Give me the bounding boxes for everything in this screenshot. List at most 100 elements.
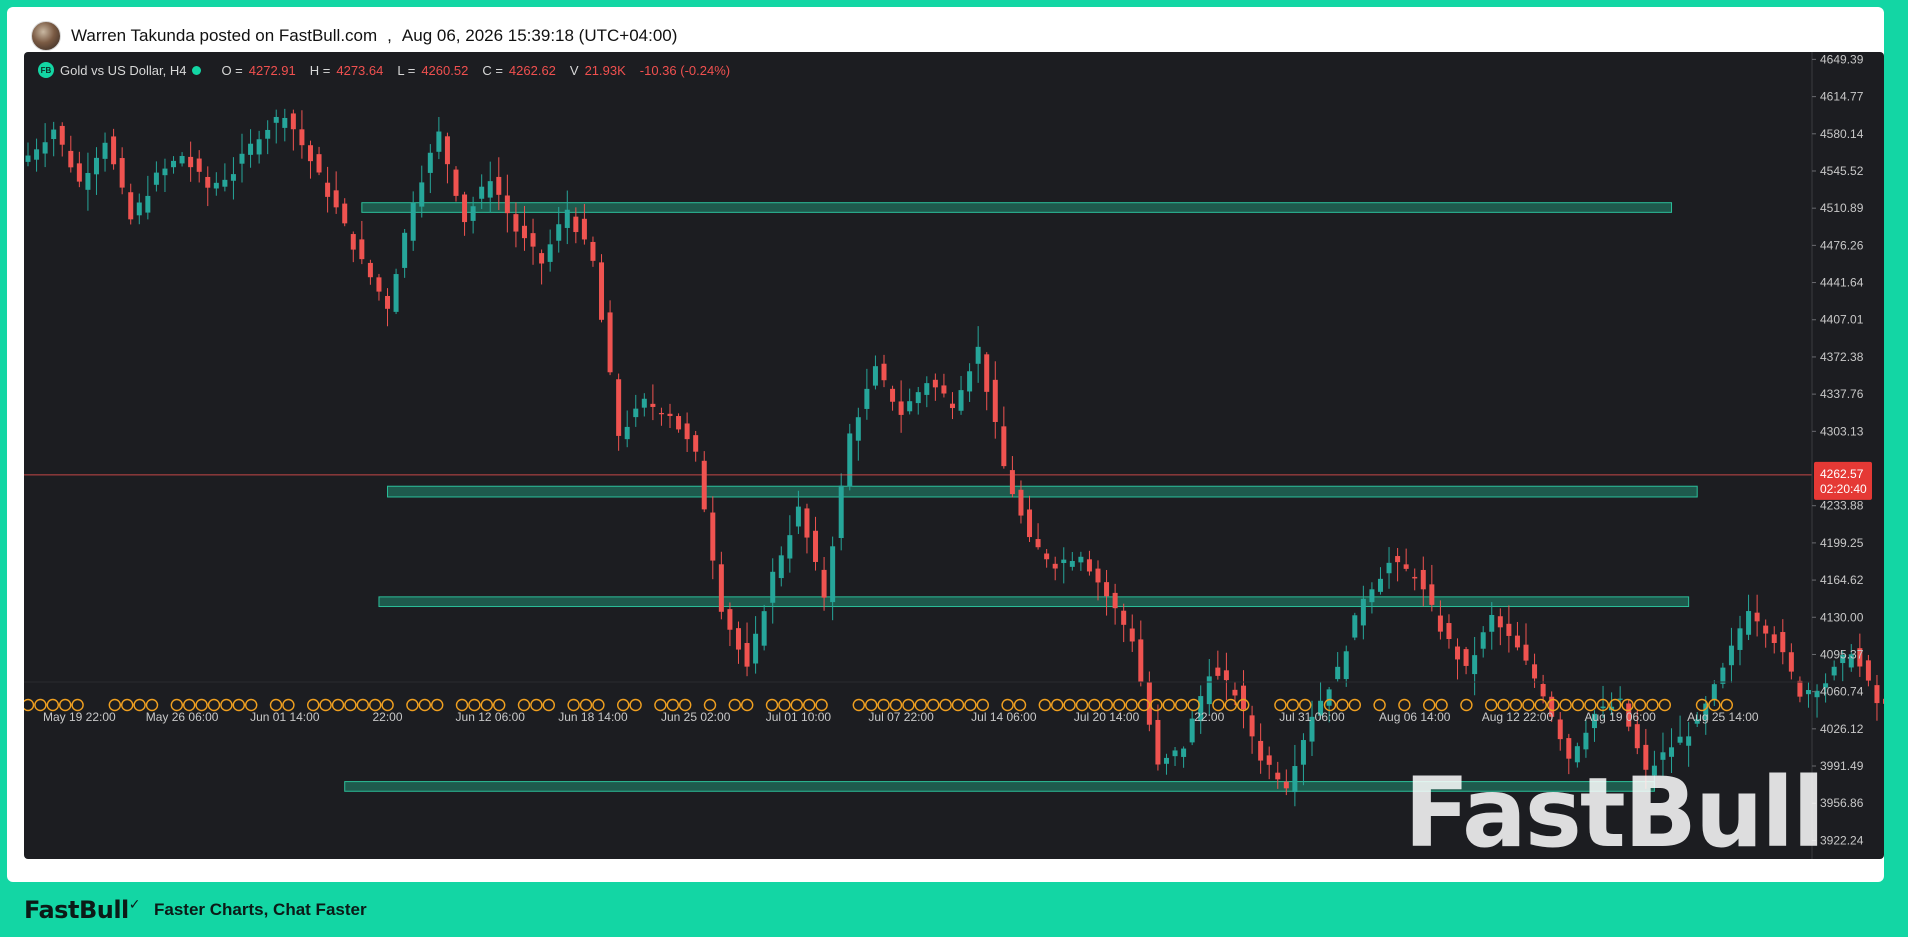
candle-body [1506,623,1512,636]
event-marker-icon [1212,698,1225,712]
price-tag-value: 4262.57 [1820,467,1864,481]
candle-body [975,346,981,364]
candle-body [813,530,819,562]
candle-body [932,379,938,388]
candle-body [1728,645,1734,666]
time-tick-label: Jul 01 10:00 [766,710,832,724]
candle-body [1437,615,1443,632]
event-marker-icon [1373,698,1386,712]
candle-body [804,508,810,538]
candle-body [1540,684,1546,697]
candle-body [1172,750,1178,757]
author-line[interactable]: Warren Takunda posted on FastBull.com [71,26,377,46]
footer-logo[interactable]: FastBull✓ [24,896,141,924]
candle-body [1044,553,1050,560]
candle-body [222,179,228,187]
event-marker-icon [877,698,890,712]
candle-body [907,401,913,412]
candle-body [1780,632,1786,653]
event-marker-icon [1174,698,1188,712]
candle-body [1429,584,1435,605]
event-marker-icon [1720,698,1734,712]
volume-value: 21.93K [584,62,626,78]
event-marker-icon [344,698,357,712]
event-marker-icon [1398,698,1411,712]
event-marker-icon [1584,698,1597,712]
event-marker-icon [34,698,47,712]
candle-body [581,218,587,240]
event-marker-icon [1050,698,1064,712]
price-tick-label: 4337.76 [1820,387,1864,401]
volume-label: V [569,62,579,78]
candle-body [1241,685,1247,710]
candle-body [188,156,194,168]
candle-body [924,383,930,395]
candle-body [1566,738,1572,759]
event-marker-icon [108,698,122,712]
candle-body [1163,757,1169,764]
candle-body [1514,635,1520,648]
candle-body [1275,772,1281,780]
candlestick-chart[interactable]: 4649.39 4614.77 4580.14 4545.52 4510.89 4476.… [24,52,1884,859]
candle-body [573,216,579,233]
candle-body [1600,706,1606,709]
candle-body [1292,766,1298,793]
chart-panel[interactable]: 4649.39 4614.77 4580.14 4545.52 4510.89 4476.… [24,52,1884,859]
event-marker-icon [579,698,593,712]
candle-body [556,224,562,241]
candle-body [984,354,990,392]
event-marker-icon [1534,698,1548,712]
symbol-label[interactable]: Gold vs US Dollar, H4 [60,63,186,78]
price-tick-label: 4130.00 [1820,610,1864,624]
price-tick-label: 4580.14 [1820,127,1864,141]
event-marker-icon [1075,698,1089,712]
price-tick-label: 4545.52 [1820,164,1864,178]
candle-body [1069,560,1075,567]
candle-body [641,398,647,408]
candle-body [658,412,664,415]
event-marker-icon [1422,698,1436,712]
zone-rect-3 [344,781,1655,792]
candle-body [59,125,65,145]
candle-body [1720,667,1726,684]
candle-body [1634,724,1640,749]
candle-body [599,262,605,320]
event-marker-icon [1633,698,1647,712]
candle-body [393,274,399,312]
candle-body [136,202,142,216]
event-marker-icon [244,698,258,712]
candle-body [410,202,416,241]
candle-body [1300,740,1306,765]
event-marker-icon [852,698,865,712]
candle-body [710,512,716,561]
event-marker-icon [24,698,35,712]
candle-body [1129,628,1135,642]
author-avatar[interactable] [31,21,61,51]
event-marker-icon [1187,698,1200,712]
candle-body [1557,719,1563,740]
event-marker-icon [951,698,965,712]
candle-body [1532,664,1538,679]
candle-body [487,181,493,198]
candle-body [1763,625,1769,634]
candle-body [402,232,408,268]
candle-body [265,129,271,139]
candle-body [51,129,57,140]
event-marker-icon [1150,698,1163,712]
candle-body [1395,556,1401,563]
candle-body [890,388,896,402]
candle-body [1360,598,1366,626]
event-marker-icon [530,698,543,712]
event-marker-icon [59,698,72,712]
event-marker-icon [778,698,791,712]
event-marker-icon [1522,698,1535,712]
event-marker-icon [331,698,345,712]
candle-body [230,174,236,181]
post-timestamp: Aug 06, 2026 15:39:18 (UTC+04:00) [401,26,678,45]
candle-body [1677,736,1683,743]
time-tick-label: Jul 20 14:00 [1074,710,1140,724]
time-tick-label: Jul 07 22:00 [868,710,934,724]
event-marker-icon [765,698,779,712]
time-tick-label: Aug 25 14:00 [1687,710,1759,724]
candle-body [821,569,827,598]
